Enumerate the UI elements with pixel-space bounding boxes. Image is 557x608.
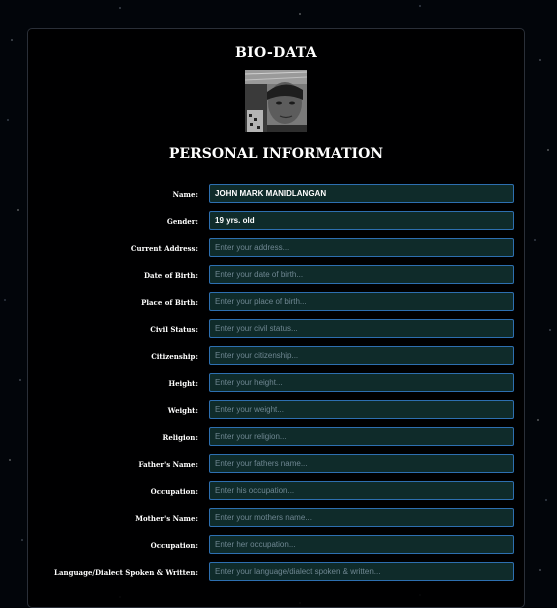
form-row-gender: Gender: [28, 211, 524, 238]
form-row-father-occupation: Occupation: [28, 481, 524, 508]
form-row-citizenship: Citizenship: [28, 346, 524, 373]
civil-status-input[interactable] [209, 319, 514, 338]
language-label: Language/Dialect Spoken & Written: [54, 568, 198, 577]
profile-photo-image [245, 70, 307, 132]
citizenship-input[interactable] [209, 346, 514, 365]
form-row-place-of-birth: Place of Birth: [28, 292, 524, 319]
civil-status-label: Civil Status: [150, 325, 198, 334]
mother-occupation-label: Occupation: [150, 541, 198, 550]
form-row-name: Name: [28, 184, 524, 211]
date-of-birth-input[interactable] [209, 265, 514, 284]
fathers-name-label: Father's Name: [138, 460, 199, 469]
height-input[interactable] [209, 373, 514, 392]
place-of-birth-input[interactable] [209, 292, 514, 311]
address-input[interactable] [209, 238, 514, 257]
religion-label: Religion: [162, 433, 199, 442]
form-row-height: Height: [28, 373, 524, 400]
weight-label: Weight: [167, 406, 198, 415]
mothers-name-label: Mother's Name: [135, 514, 198, 523]
mother-occupation-input[interactable] [209, 535, 514, 554]
section-title: PERSONAL INFORMATION [168, 146, 384, 162]
gender-label: Gender: [166, 217, 198, 226]
weight-input[interactable] [209, 400, 514, 419]
height-label: Height: [168, 379, 198, 388]
language-input[interactable] [209, 562, 514, 581]
mothers-name-input[interactable] [209, 508, 514, 527]
father-occupation-input[interactable] [209, 481, 514, 500]
form-row-address: Current Address: [28, 238, 524, 265]
form-row-weight: Weight: [28, 400, 524, 427]
form-row-date-of-birth: Date of Birth: [28, 265, 524, 292]
page-title: BIO-DATA [234, 45, 318, 61]
name-input[interactable] [209, 184, 514, 203]
date-of-birth-label: Date of Birth: [143, 271, 198, 280]
form-row-mother-occupation: Occupation: [28, 535, 524, 562]
religion-input[interactable] [209, 427, 514, 446]
form-row-mothers-name: Mother's Name: [28, 508, 524, 535]
fathers-name-input[interactable] [209, 454, 514, 473]
address-label: Current Address: [130, 244, 198, 253]
biodata-card: BIO-DATA PERSONAL INFORMATION Name: JOHN… [27, 28, 525, 608]
personal-info-form: Name: Gender: Current Address: Date of B… [28, 184, 524, 589]
father-occupation-label: Occupation: [150, 487, 198, 496]
form-row-religion: Religion: [28, 427, 524, 454]
gender-input[interactable] [209, 211, 514, 230]
name-label: Name: [172, 190, 198, 199]
form-row-fathers-name: Father's Name: [28, 454, 524, 481]
citizenship-label: Citizenship: [151, 352, 198, 361]
profile-photo [245, 70, 307, 132]
form-row-civil-status: Civil Status: [28, 319, 524, 346]
form-row-language: Language/Dialect Spoken & Written: [28, 562, 524, 589]
place-of-birth-label: Place of Birth: [141, 298, 198, 307]
